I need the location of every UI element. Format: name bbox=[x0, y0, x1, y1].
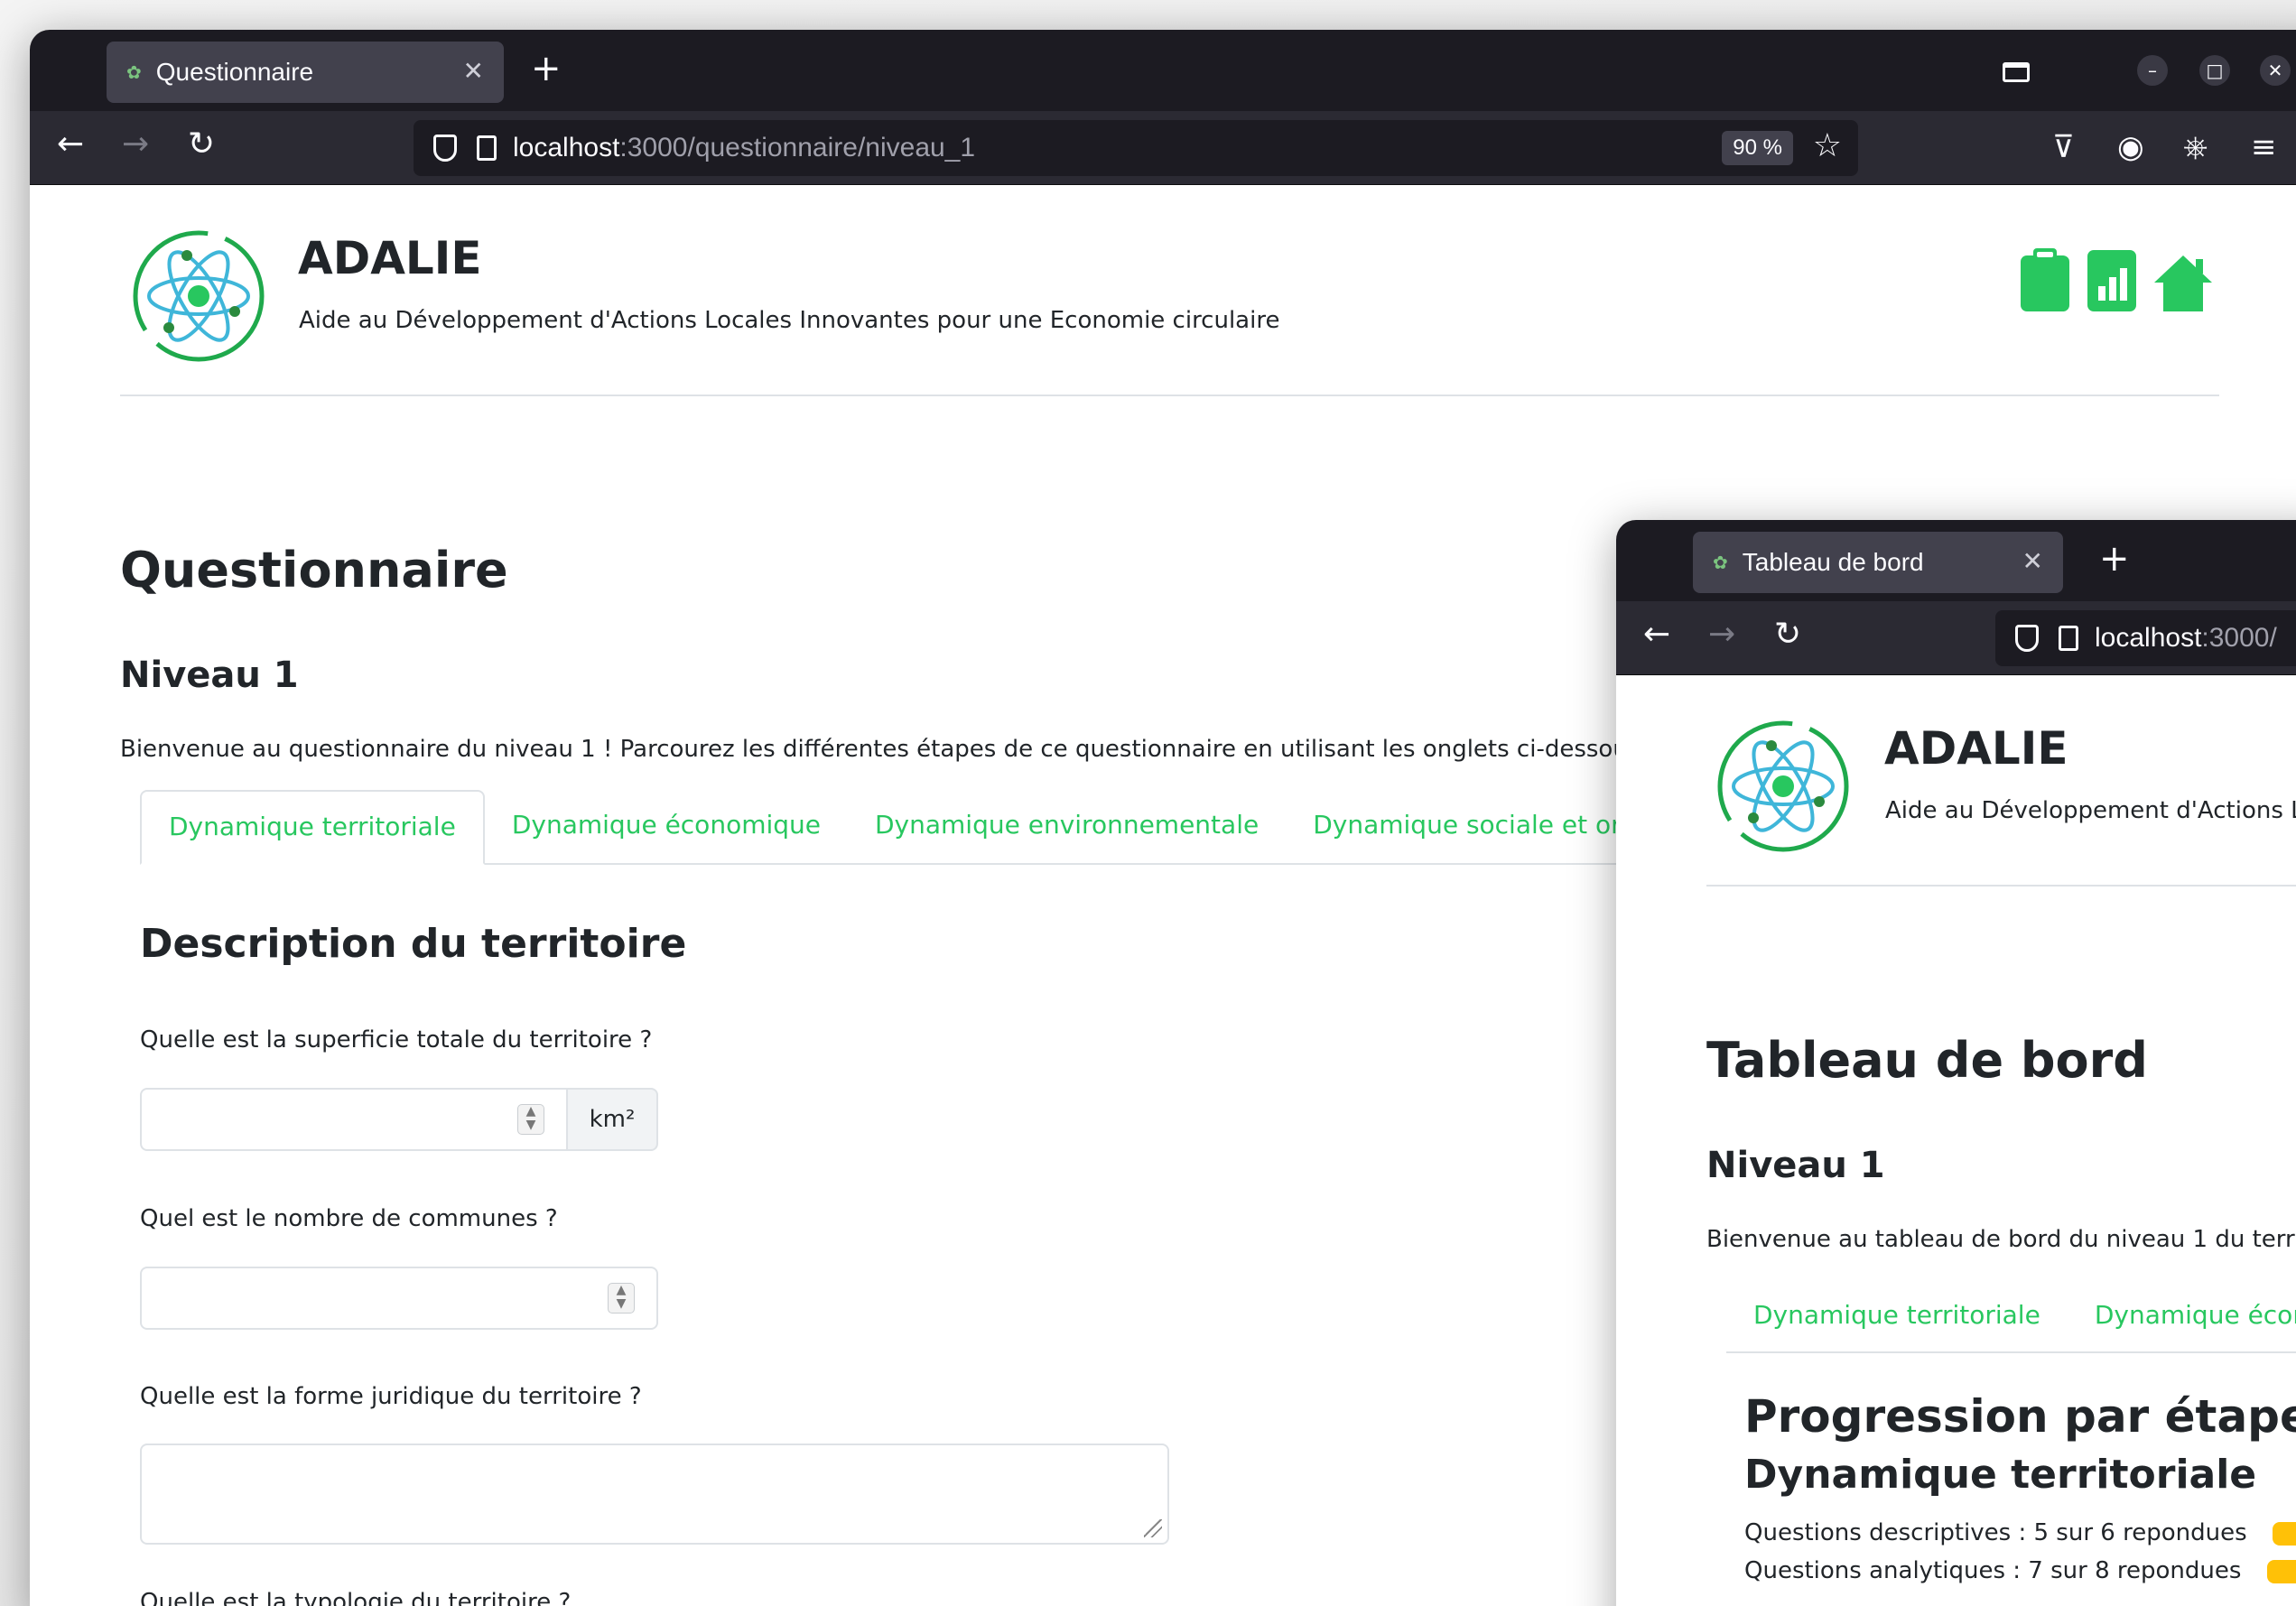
page-title: Questionnaire bbox=[120, 542, 508, 599]
back-icon[interactable]: ← bbox=[57, 125, 84, 162]
brand-tagline: Aide au Développement d'Actions L bbox=[1885, 797, 2296, 824]
clipboard-icon[interactable] bbox=[2019, 248, 2071, 313]
home-icon[interactable] bbox=[2152, 254, 2214, 313]
favicon-icon: ✿ bbox=[126, 62, 142, 83]
adalie-logo-icon bbox=[133, 230, 265, 362]
chart-icon[interactable] bbox=[2086, 248, 2138, 313]
intro-text: Bienvenue au questionnaire du niveau 1 !… bbox=[120, 736, 1641, 763]
forme-juridique-textarea[interactable] bbox=[140, 1444, 1169, 1545]
communes-input[interactable]: ▲ ▼ bbox=[140, 1267, 658, 1330]
browser-tab-questionnaire[interactable]: ✿ Questionnaire ✕ bbox=[107, 42, 504, 103]
unit-km2-addon: km² bbox=[568, 1088, 658, 1151]
forward-icon[interactable]: → bbox=[122, 125, 149, 162]
shield-icon[interactable] bbox=[433, 135, 457, 162]
close-tab-icon[interactable]: ✕ bbox=[2022, 546, 2043, 576]
url-text[interactable]: localhost:3000/ bbox=[2095, 623, 2277, 654]
header-nav-icons bbox=[2019, 248, 2214, 313]
communes-stepper-icon[interactable]: ▲ ▼ bbox=[608, 1283, 635, 1314]
extensions-icon[interactable]: ⎈ bbox=[2183, 129, 2208, 165]
maximize-icon[interactable]: □ bbox=[2199, 55, 2230, 86]
account-icon[interactable]: ◉ bbox=[2117, 129, 2144, 165]
header-divider bbox=[120, 395, 2219, 396]
tab-dynamique-territoriale[interactable]: Dynamique territoriale bbox=[140, 790, 485, 865]
question-forme-juridique-label: Quelle est la forme juridique du territo… bbox=[140, 1383, 642, 1410]
superficie-input[interactable]: ▲ ▼ bbox=[140, 1088, 568, 1151]
question-typologie-label: Quelle est la typologie du territoire ? bbox=[140, 1589, 572, 1606]
favicon-icon: ✿ bbox=[1713, 552, 1728, 573]
window-list-icon[interactable] bbox=[2003, 62, 2030, 82]
browser-window-tableau-de-bord: ✿ Tableau de bord ✕ + ← → ↻ localhost:30… bbox=[1616, 520, 2296, 1606]
resize-handle-icon[interactable] bbox=[1144, 1519, 1162, 1537]
tab-dynamique-environnementale[interactable]: Dynamique environnementale bbox=[848, 790, 1286, 863]
window-close-icon[interactable]: ✕ bbox=[2260, 55, 2291, 86]
reload-icon[interactable]: ↻ bbox=[1774, 616, 1801, 653]
progress-row-descriptives: Questions descriptives : 5 sur 6 repondu… bbox=[1744, 1519, 2247, 1546]
browser-tab-tableau-de-bord[interactable]: ✿ Tableau de bord ✕ bbox=[1693, 532, 2063, 593]
back-icon[interactable]: ← bbox=[1643, 616, 1670, 653]
url-bar[interactable]: localhost:3000/questionnaire/niveau_1 90… bbox=[414, 120, 1858, 176]
tab-strip-2: ✿ Tableau de bord ✕ + bbox=[1616, 520, 2296, 601]
brand-name: ADALIE bbox=[298, 232, 482, 284]
progress-title: Progression par étape bbox=[1744, 1390, 2296, 1443]
shield-icon[interactable] bbox=[2015, 625, 2039, 652]
minimize-icon[interactable]: – bbox=[2137, 55, 2168, 86]
tab-strip: ✿ Questionnaire ✕ + – □ ✕ bbox=[30, 30, 2296, 111]
progress-bar-analytiques bbox=[2267, 1560, 2296, 1583]
question-superficie-label: Quelle est la superficie totale du terri… bbox=[140, 1026, 653, 1054]
nav-toolbar-2: ← → ↻ localhost:3000/ bbox=[1616, 601, 2296, 675]
level-title: Niveau 1 bbox=[1706, 1145, 1885, 1186]
brand-name: ADALIE bbox=[1884, 722, 2068, 775]
adalie-logo-icon bbox=[1717, 720, 1849, 852]
close-tab-icon[interactable]: ✕ bbox=[463, 56, 484, 86]
tab-title: Tableau de bord bbox=[1742, 548, 1924, 576]
progress-subtitle: Dynamique territoriale bbox=[1744, 1452, 2257, 1498]
progress-row-analytiques: Questions analytiques : 7 sur 8 repondue… bbox=[1744, 1557, 2242, 1584]
menu-icon[interactable]: ≡ bbox=[2251, 129, 2277, 165]
progress-bar-descriptives bbox=[2273, 1522, 2296, 1546]
url-bar-2[interactable]: localhost:3000/ bbox=[1995, 610, 2296, 666]
page-info-icon[interactable] bbox=[2059, 626, 2078, 651]
new-tab-icon[interactable]: + bbox=[2099, 538, 2130, 580]
page-content-2: ADALIE Aide au Développement d'Actions L… bbox=[1616, 675, 2296, 1606]
level-title: Niveau 1 bbox=[120, 654, 299, 696]
page-title: Tableau de bord bbox=[1706, 1032, 2148, 1089]
question-communes-label: Quel est le nombre de communes ? bbox=[140, 1205, 558, 1232]
pocket-icon[interactable]: ⊽ bbox=[2052, 129, 2075, 165]
intro-text: Bienvenue au tableau de bord du niveau 1… bbox=[1706, 1226, 2296, 1253]
step-tabs: Dynamique territoriale Dynamique économi… bbox=[140, 790, 1814, 865]
superficie-stepper-icon[interactable]: ▲ ▼ bbox=[517, 1104, 544, 1135]
url-text[interactable]: localhost:3000/questionnaire/niveau_1 bbox=[513, 133, 975, 163]
bookmark-star-icon[interactable]: ☆ bbox=[1813, 127, 1842, 164]
reload-icon[interactable]: ↻ bbox=[188, 125, 215, 162]
tab-dynamique-economique[interactable]: Dynamique économique bbox=[485, 790, 848, 863]
header-divider bbox=[1706, 885, 2296, 887]
new-tab-icon[interactable]: + bbox=[531, 48, 562, 89]
step-tabs-2: Dynamique territoriale Dynamique économ bbox=[1726, 1280, 2296, 1353]
brand-tagline: Aide au Développement d'Actions Locales … bbox=[299, 307, 1280, 334]
tab-title: Questionnaire bbox=[155, 58, 314, 86]
tab-dynamique-economique[interactable]: Dynamique économ bbox=[2068, 1280, 2296, 1351]
page-info-icon[interactable] bbox=[477, 135, 497, 161]
nav-toolbar: ← → ↻ localhost:3000/questionnaire/nivea… bbox=[30, 111, 2296, 185]
section-title: Description du territoire bbox=[140, 921, 687, 967]
tab-dynamique-territoriale[interactable]: Dynamique territoriale bbox=[1726, 1280, 2068, 1351]
forward-icon[interactable]: → bbox=[1708, 616, 1735, 653]
zoom-level[interactable]: 90 % bbox=[1722, 131, 1793, 165]
